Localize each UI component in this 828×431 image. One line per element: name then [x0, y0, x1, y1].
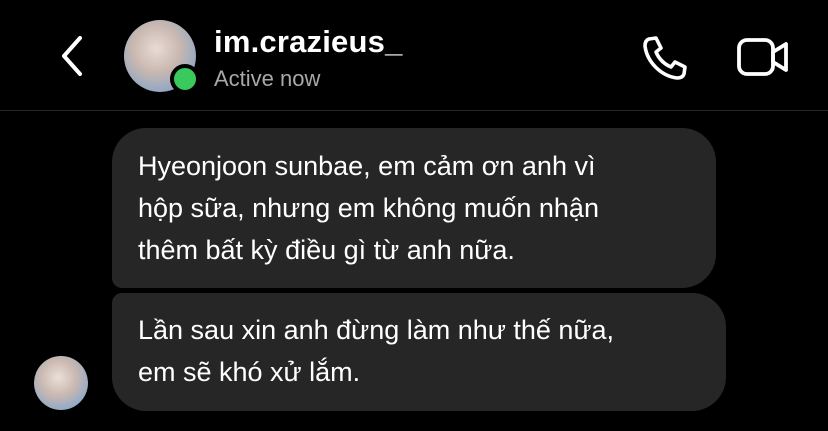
message-line: hộp sữa, nhưng em không muốn nhận	[138, 193, 599, 223]
message-line: em sẽ khó xử lắm.	[138, 357, 361, 387]
message-bubble[interactable]: Lần sau xin anh đừng làm như thế nữa, em…	[112, 293, 726, 411]
chat-screen: im.crazieus_ Active now Hyeonjoon sunbae…	[0, 0, 828, 431]
video-camera-icon	[736, 36, 790, 78]
sender-avatar[interactable]	[34, 356, 88, 410]
message-line: Hyeonjoon sunbae, em cảm ơn anh vì	[138, 151, 596, 181]
call-button[interactable]	[638, 33, 690, 81]
active-status-text: Active now	[214, 66, 321, 91]
chat-header: im.crazieus_ Active now	[0, 0, 828, 111]
username[interactable]: im.crazieus_	[214, 24, 403, 60]
message-line: Lần sau xin anh đừng làm như thế nữa,	[138, 315, 615, 345]
message-bubble[interactable]: Hyeonjoon sunbae, em cảm ơn anh vì hộp s…	[112, 128, 716, 288]
message-line: thêm bất kỳ điều gì từ anh nữa.	[138, 235, 515, 265]
active-status-dot	[170, 64, 200, 94]
back-button[interactable]	[52, 30, 92, 82]
profile-avatar[interactable]	[124, 20, 200, 94]
chevron-left-icon	[52, 30, 92, 82]
video-call-button[interactable]	[736, 36, 790, 78]
phone-icon	[638, 33, 690, 81]
